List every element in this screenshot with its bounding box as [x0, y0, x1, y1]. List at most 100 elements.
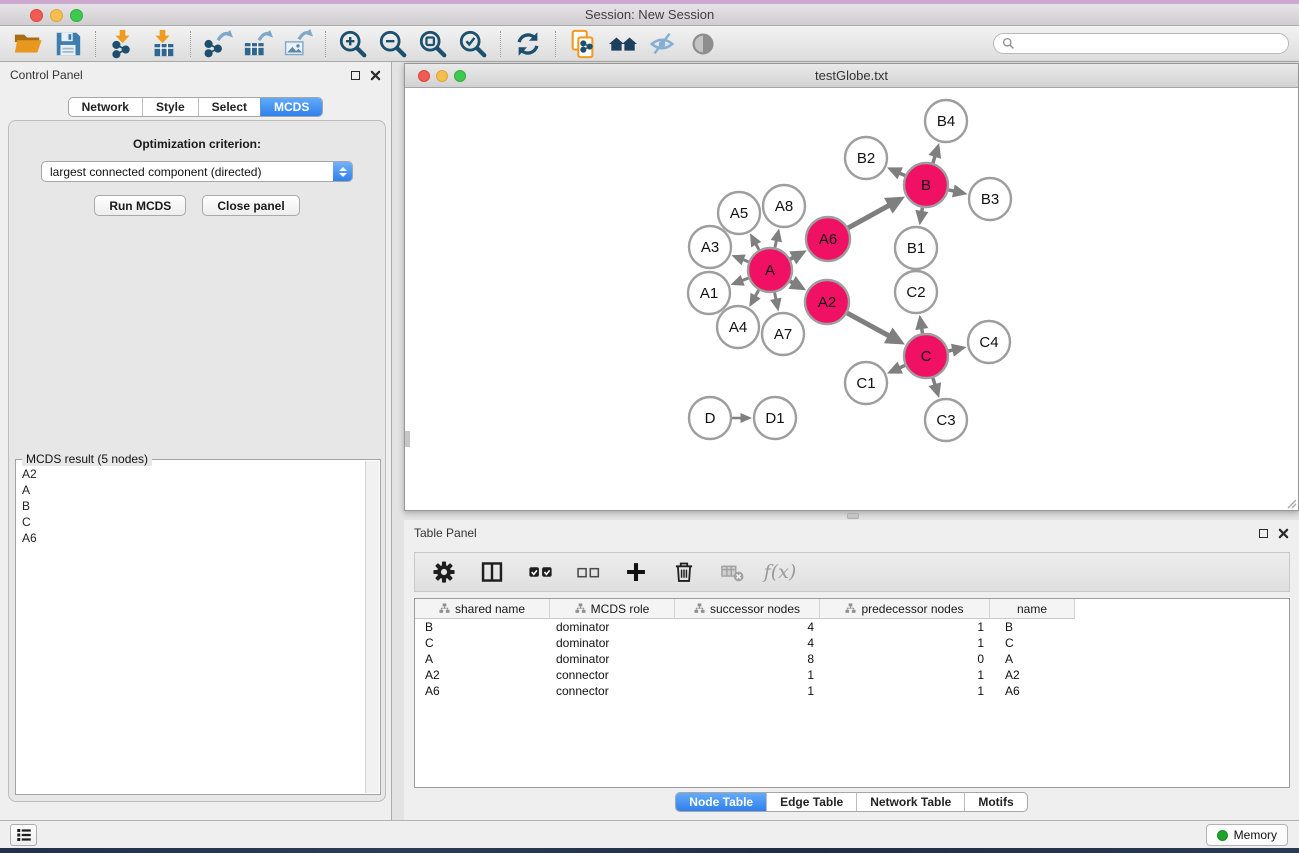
graph-node-B2[interactable]: B2	[845, 137, 887, 179]
network-window[interactable]: testGlobe.txt B4B2BB3A8A5A6A3B1AA1C2A2A4…	[404, 63, 1299, 511]
float-panel-icon[interactable]	[351, 71, 360, 80]
import-table-button[interactable]	[143, 28, 183, 60]
search-box[interactable]	[993, 33, 1289, 54]
graph-node-B3[interactable]: B3	[969, 178, 1011, 220]
table-cell[interactable]: dominator	[550, 651, 675, 667]
first-neighbors-button[interactable]	[603, 28, 643, 60]
table-cell[interactable]: 8	[675, 651, 820, 667]
table-cell[interactable]: dominator	[550, 619, 675, 635]
table-cell[interactable]: 1	[675, 683, 820, 699]
tab-node-table[interactable]: Node Table	[676, 793, 766, 811]
float-table-panel-icon[interactable]	[1259, 529, 1268, 538]
table-cell[interactable]: 1	[820, 683, 990, 699]
zoom-out-button[interactable]	[373, 28, 413, 60]
table-cell[interactable]: A6	[990, 683, 1075, 699]
table-cell[interactable]: B	[990, 619, 1075, 635]
show-all-button[interactable]	[683, 28, 723, 60]
show-columns-button[interactable]	[475, 555, 509, 589]
tab-network-table[interactable]: Network Table	[856, 793, 964, 811]
select-all-button[interactable]	[523, 555, 557, 589]
tab-network[interactable]: Network	[69, 98, 142, 116]
close-window-button[interactable]	[30, 9, 43, 22]
graph-node-C2[interactable]: C2	[895, 271, 937, 313]
table-row[interactable]: A2connector11A2	[415, 667, 1289, 683]
graph-node-B[interactable]: B	[904, 163, 948, 207]
graph-node-A3[interactable]: A3	[689, 226, 731, 268]
splitter-handle[interactable]	[847, 513, 859, 519]
export-network-button[interactable]	[198, 28, 238, 60]
table-cell[interactable]: 1	[820, 667, 990, 683]
open-session-button[interactable]	[8, 28, 48, 60]
zoom-in-button[interactable]	[333, 28, 373, 60]
graph-node-A2[interactable]: A2	[805, 280, 849, 324]
graph-node-A8[interactable]: A8	[763, 185, 805, 227]
close-table-panel-icon[interactable]	[1278, 528, 1289, 539]
graph-edge[interactable]	[755, 290, 759, 296]
graph-node-A7[interactable]: A7	[762, 313, 804, 355]
apply-layout-button[interactable]	[508, 28, 548, 60]
graph-node-C[interactable]: C	[904, 334, 948, 378]
tab-motifs[interactable]: Motifs	[964, 793, 1026, 811]
table-cell[interactable]: 4	[675, 619, 820, 635]
graph-node-A5[interactable]: A5	[718, 192, 760, 234]
memory-button[interactable]: Memory	[1206, 824, 1288, 846]
import-network-button[interactable]	[103, 28, 143, 60]
result-list-scrollbar[interactable]	[365, 461, 379, 793]
column-header[interactable]: MCDS role	[550, 599, 675, 619]
table-options-button[interactable]	[427, 555, 461, 589]
node-table[interactable]: shared nameMCDS rolesuccessor nodesprede…	[414, 598, 1290, 788]
table-cell[interactable]: A2	[415, 667, 550, 683]
table-cell[interactable]: 1	[820, 619, 990, 635]
graph-node-C3[interactable]: C3	[925, 399, 967, 441]
table-cell[interactable]: 0	[820, 651, 990, 667]
graph-edge[interactable]	[847, 313, 889, 336]
table-cell[interactable]: B	[415, 619, 550, 635]
close-panel-button[interactable]: Close panel	[202, 195, 299, 216]
graph-node-A[interactable]: A	[748, 248, 792, 292]
result-list-item[interactable]: C	[22, 514, 364, 530]
table-cell[interactable]: A	[415, 651, 550, 667]
result-list-item[interactable]: A6	[22, 530, 364, 546]
graph-edge[interactable]	[775, 293, 776, 300]
result-list-item[interactable]: A	[22, 482, 364, 498]
criterion-dropdown[interactable]: largest connected component (directed)	[41, 161, 353, 182]
graph-node-A4[interactable]: A4	[717, 306, 759, 348]
graph-node-B4[interactable]: B4	[925, 100, 967, 142]
graph-node-C1[interactable]: C1	[845, 362, 887, 404]
network-canvas[interactable]: B4B2BB3A8A5A6A3B1AA1C2A2A4A7C4CC1C3DD1	[405, 89, 1298, 510]
export-table-button[interactable]	[238, 28, 278, 60]
column-header[interactable]: shared name	[415, 599, 550, 619]
save-session-button[interactable]	[48, 28, 88, 60]
result-list-item[interactable]: B	[22, 498, 364, 514]
tab-mcds[interactable]: MCDS	[260, 98, 322, 116]
table-cell[interactable]: 1	[820, 635, 990, 651]
network-canvas-svg[interactable]: B4B2BB3A8A5A6A3B1AA1C2A2A4A7C4CC1C3DD1	[405, 89, 1297, 510]
table-cell[interactable]: C	[415, 635, 550, 651]
table-row[interactable]: Adominator80A	[415, 651, 1289, 667]
titlebar[interactable]: Session: New Session	[0, 4, 1299, 26]
column-header[interactable]: successor nodes	[675, 599, 820, 619]
graph-edge[interactable]	[933, 156, 935, 163]
table-cell[interactable]: connector	[550, 683, 675, 699]
table-row[interactable]: A6connector11A6	[415, 683, 1289, 699]
graph-edge[interactable]	[756, 244, 759, 250]
run-mcds-button[interactable]: Run MCDS	[94, 195, 186, 216]
graph-node-A6[interactable]: A6	[806, 217, 850, 261]
graph-edge[interactable]	[775, 240, 777, 247]
graph-node-A1[interactable]: A1	[688, 272, 730, 314]
search-input[interactable]	[1020, 37, 1280, 51]
graph-edge[interactable]	[742, 278, 749, 281]
table-cell[interactable]: 1	[675, 667, 820, 683]
zoom-fit-button[interactable]	[413, 28, 453, 60]
tab-style[interactable]: Style	[142, 98, 198, 116]
minimize-network-window-button[interactable]	[436, 70, 448, 82]
graph-edge[interactable]	[933, 378, 935, 385]
column-header[interactable]: predecessor nodes	[820, 599, 990, 619]
close-panel-icon[interactable]	[370, 70, 381, 81]
table-cell[interactable]: C	[990, 635, 1075, 651]
zoom-window-button[interactable]	[70, 9, 83, 22]
mcds-result-list[interactable]: A2ABCA6	[18, 462, 364, 792]
column-header[interactable]: name	[990, 599, 1075, 619]
tab-select[interactable]: Select	[198, 98, 260, 116]
deselect-all-button[interactable]	[571, 555, 605, 589]
